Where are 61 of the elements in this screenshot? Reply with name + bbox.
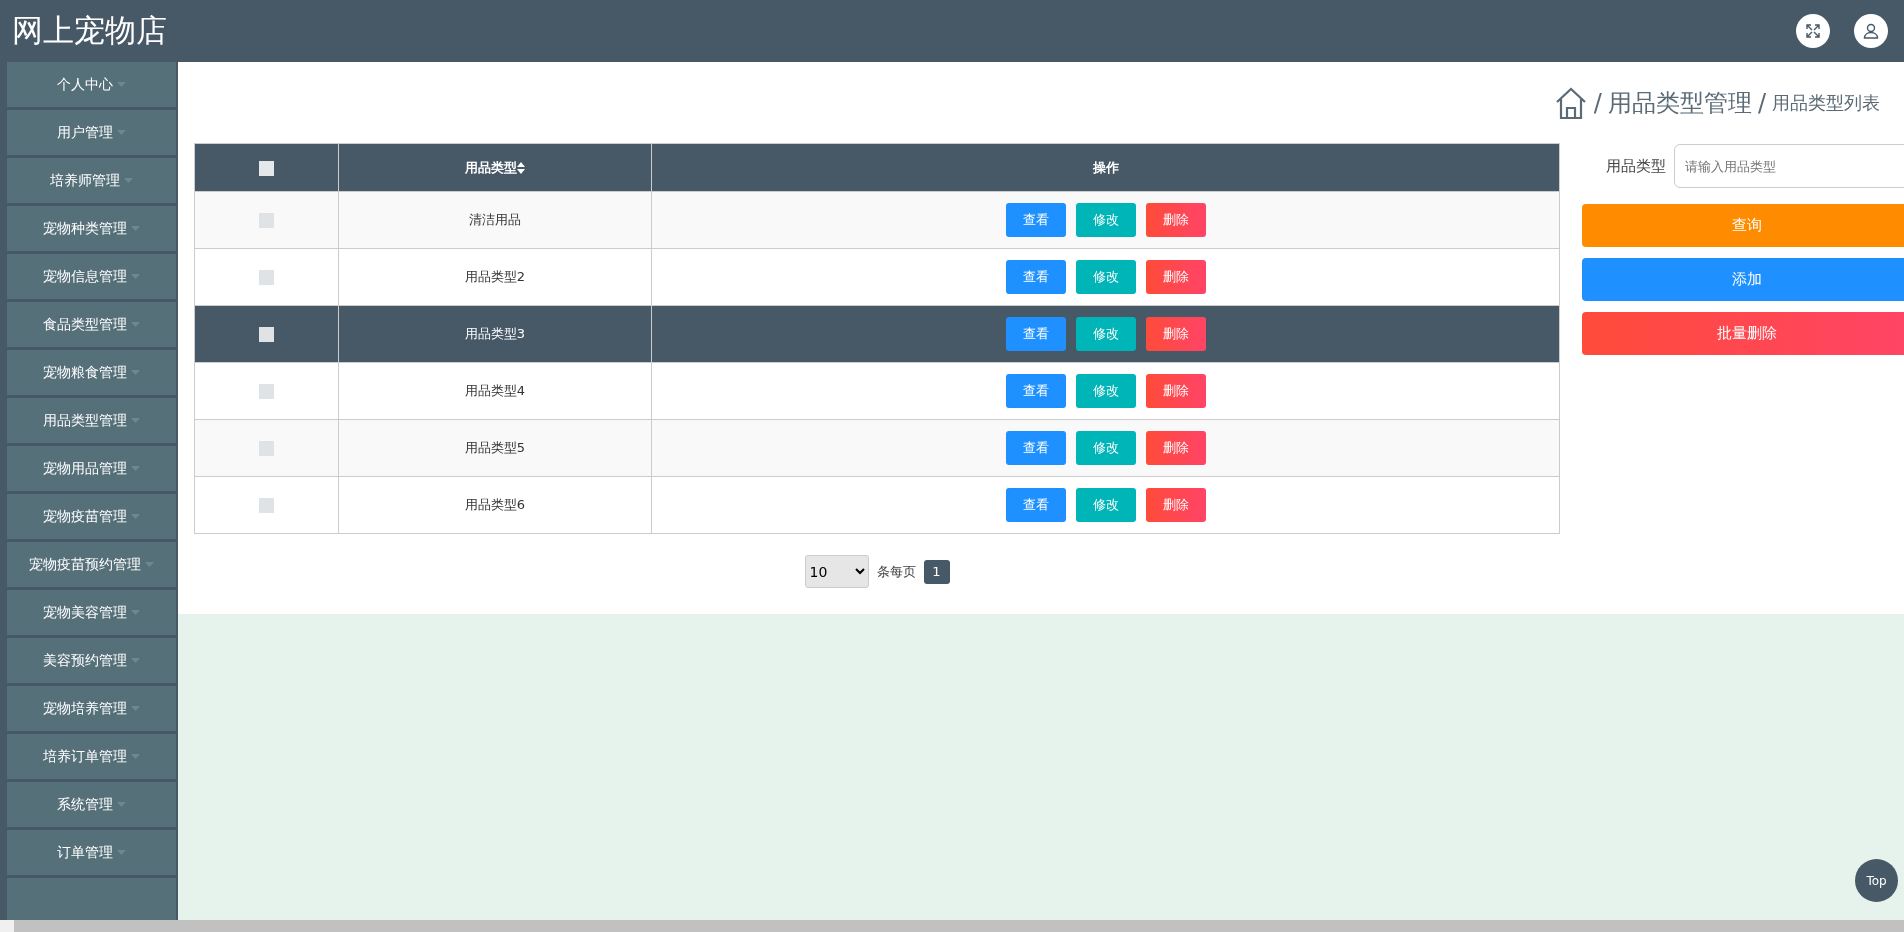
view-button[interactable]: 查看 (1005, 260, 1066, 294)
add-button[interactable]: 添加 (1582, 258, 1904, 301)
view-button[interactable]: 查看 (1005, 431, 1066, 465)
breadcrumb-separator: / (1593, 88, 1602, 117)
caret-icon (124, 178, 133, 183)
caret-icon (145, 562, 154, 567)
horizontal-scrollbar[interactable] (0, 920, 1904, 932)
caret-icon (131, 514, 140, 519)
page-button[interactable]: 1 (923, 559, 950, 584)
table-cell: 清洁用品 (469, 212, 521, 227)
row-checkbox[interactable] (259, 384, 274, 399)
search-field[interactable]: 请输入用品类型 (1674, 144, 1904, 188)
back-to-top-button[interactable]: Top (1855, 859, 1898, 902)
delete-button[interactable]: 删除 (1145, 431, 1206, 465)
search-label: 用品类型 (1606, 156, 1666, 176)
row-checkbox[interactable] (259, 213, 274, 228)
view-button[interactable]: 查看 (1005, 317, 1066, 351)
caret-icon (131, 754, 140, 759)
caret-icon (117, 82, 126, 87)
per-page-label: 条每页 (876, 562, 916, 581)
delete-button[interactable]: 删除 (1145, 260, 1206, 294)
table-cell: 用品类型2 (464, 269, 526, 284)
caret-icon (131, 274, 140, 279)
caret-icon (131, 226, 140, 231)
view-button[interactable]: 查看 (1005, 203, 1066, 237)
fullscreen-icon[interactable] (1796, 14, 1830, 48)
batch-delete-button[interactable]: 批量删除 (1582, 312, 1904, 355)
row-checkbox[interactable] (259, 270, 274, 285)
delete-button[interactable]: 删除 (1145, 488, 1206, 522)
caret-icon (117, 130, 126, 135)
row-checkbox[interactable] (259, 498, 274, 513)
view-button[interactable]: 查看 (1005, 488, 1066, 522)
delete-button[interactable]: 删除 (1145, 317, 1206, 351)
row-checkbox[interactable] (259, 327, 274, 342)
caret-icon (117, 850, 126, 855)
caret-icon (131, 658, 140, 663)
caret-icon (131, 466, 140, 471)
caret-icon (131, 418, 140, 423)
table-cell: 用品类型4 (464, 383, 526, 398)
select-all-checkbox[interactable] (259, 160, 274, 176)
view-button[interactable]: 查看 (1005, 374, 1066, 408)
user-icon[interactable] (1854, 14, 1888, 48)
table-cell: 用品类型3 (464, 326, 526, 341)
breadcrumb-separator: / (1757, 88, 1766, 117)
sort-icon[interactable] (517, 161, 525, 174)
delete-button[interactable]: 删除 (1145, 203, 1206, 237)
breadcrumb-item: 用品类型列表 (1772, 90, 1880, 115)
column-header: 操作 (1092, 159, 1119, 175)
page-size-select[interactable]: 10 (804, 555, 869, 588)
table-cell: 用品类型6 (464, 497, 526, 512)
site-title: 网上宠物店 (12, 11, 167, 50)
caret-icon (131, 322, 140, 327)
caret-icon (117, 802, 126, 807)
table-cell: 用品类型5 (464, 440, 526, 455)
caret-icon (131, 706, 140, 711)
column-header[interactable]: 用品类型 (465, 158, 517, 177)
row-checkbox[interactable] (259, 441, 274, 456)
caret-icon (131, 370, 140, 375)
caret-icon (131, 610, 140, 615)
delete-button[interactable]: 删除 (1145, 374, 1206, 408)
breadcrumb-item[interactable]: 用品类型管理 (1607, 86, 1752, 119)
